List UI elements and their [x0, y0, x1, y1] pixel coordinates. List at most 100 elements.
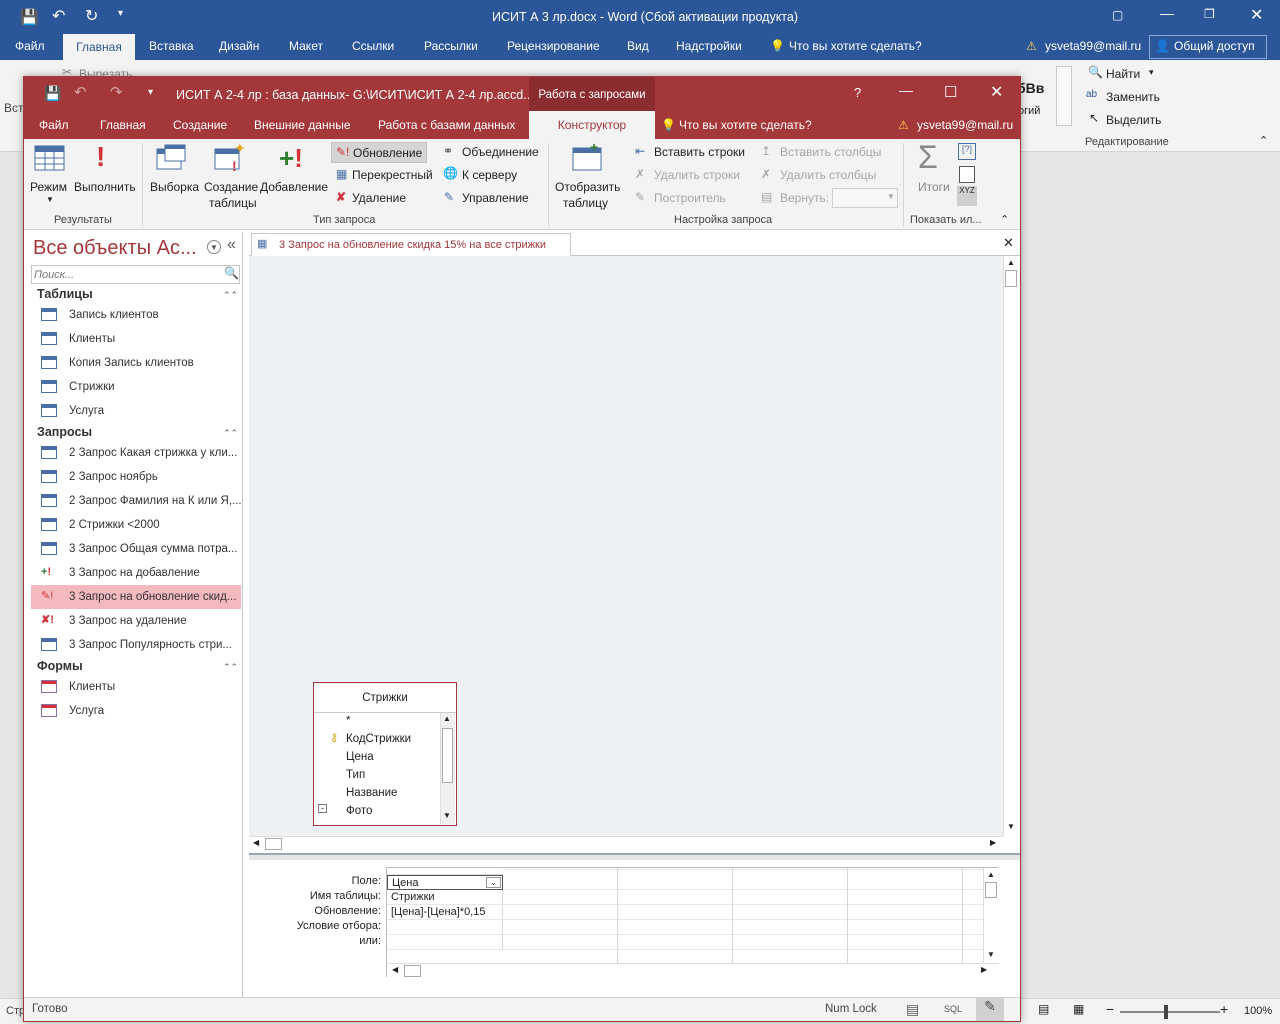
property-sheet-icon[interactable]	[959, 166, 975, 183]
field-item[interactable]: Тип	[346, 769, 365, 781]
tab-home[interactable]: Главная	[100, 118, 146, 132]
save-icon[interactable]: 💾	[44, 85, 61, 102]
datasheet-view-icon[interactable]: ▤	[906, 1001, 919, 1018]
grid-cell-field[interactable]: Цена ⌄	[387, 875, 503, 890]
tab-file[interactable]: Файл	[39, 118, 69, 132]
delete-rows-button[interactable]: ✗ Удалить строки	[633, 165, 749, 186]
nav-item-query[interactable]: 2 Запрос Фамилия на К или Я,...	[31, 489, 241, 513]
grid-column-empty[interactable]	[618, 868, 733, 963]
style-preview[interactable]: бВв	[1017, 80, 1044, 96]
zoom-level[interactable]: 100%	[1244, 1005, 1272, 1017]
tab-file[interactable]: Файл	[15, 39, 45, 53]
nav-menu-icon[interactable]: ▼	[207, 240, 221, 254]
tab-view[interactable]: Вид	[627, 39, 649, 53]
nav-item-query[interactable]: ✘! 3 Запрос на удаление	[31, 609, 241, 633]
mode-button[interactable]: Режим ▼	[28, 141, 70, 209]
tab-database-tools[interactable]: Работа с базами данных	[378, 118, 515, 132]
read-mode-icon[interactable]: ▤	[1038, 1002, 1049, 1016]
scroll-up-icon[interactable]: ▲	[987, 870, 995, 879]
tab-design[interactable]: Конструктор	[529, 111, 655, 139]
select-button[interactable]: Выделить	[1106, 113, 1161, 127]
tab-references[interactable]: Ссылки	[352, 39, 394, 53]
nav-section-forms[interactable]: Формы	[37, 659, 83, 673]
print-layout-icon[interactable]: ▦	[1073, 1002, 1084, 1016]
nav-item-query[interactable]: 3 Запрос Общая сумма потра...	[31, 537, 241, 561]
tab-mailings[interactable]: Рассылки	[424, 39, 478, 53]
insert-rows-button[interactable]: ⇤ Вставить строки	[633, 142, 749, 163]
tab-insert[interactable]: Вставка	[149, 39, 194, 53]
nav-item-table[interactable]: Стрижки	[31, 375, 241, 399]
scroll-down-icon[interactable]: ▼	[1007, 822, 1015, 831]
canvas-vertical-scrollbar[interactable]	[1003, 256, 1018, 836]
tab-review[interactable]: Рецензирование	[507, 39, 600, 53]
tab-create[interactable]: Создание	[173, 118, 227, 132]
field-item[interactable]: Цена	[346, 751, 374, 763]
redo-icon[interactable]: ↻	[85, 6, 98, 26]
scroll-right-icon[interactable]: ▶	[990, 838, 996, 847]
nav-section-tables[interactable]: Таблицы	[37, 287, 93, 301]
query-document-tab[interactable]: ▦ 3 Запрос на обновление скидка 15% на в…	[251, 233, 571, 256]
query-design-canvas[interactable]: Стрижки * ⚷ КодСтрижки Цена Тип Название…	[249, 256, 1003, 836]
scroll-thumb[interactable]	[265, 838, 282, 850]
zoom-thumb[interactable]	[1164, 1005, 1168, 1019]
collapse-ribbon-icon[interactable]: ⌃	[1000, 213, 1009, 226]
redo-icon[interactable]: ↷	[110, 83, 123, 101]
save-icon[interactable]: 💾	[20, 8, 39, 26]
tab-addins[interactable]: Надстройки	[676, 39, 742, 53]
nav-item-query[interactable]: +! 3 Запрос на добавление	[31, 561, 241, 585]
grid-cell-or[interactable]	[387, 935, 503, 950]
field-item[interactable]: Название	[346, 787, 397, 799]
totals-button[interactable]: Σ Итоги	[909, 139, 955, 209]
append-button[interactable]: +! Добавление	[259, 141, 329, 209]
collapse-icon[interactable]: ⌃⌃	[223, 290, 238, 301]
grid-column-empty[interactable]	[963, 868, 983, 963]
parameters-icon[interactable]: [?]	[958, 143, 976, 160]
scroll-up-icon[interactable]: ▲	[1007, 258, 1015, 267]
table-names-icon[interactable]: XYZ	[957, 186, 977, 206]
nav-section-queries[interactable]: Запросы	[37, 425, 92, 439]
nav-item-table[interactable]: Копия Запись клиентов	[31, 351, 241, 375]
scroll-left-icon[interactable]: ◀	[253, 838, 259, 847]
dropdown-arrow-icon[interactable]: ⌄	[486, 877, 501, 888]
field-item[interactable]: *	[346, 715, 350, 727]
pane-splitter[interactable]	[249, 853, 1020, 860]
run-button[interactable]: ! Выполнить	[72, 141, 138, 209]
ribbon-display-icon[interactable]: ▢	[1112, 8, 1123, 22]
undo-icon[interactable]: ↶	[52, 6, 65, 26]
scroll-thumb[interactable]	[1005, 270, 1017, 287]
nav-item-query[interactable]: 2 Запрос ноябрь	[31, 465, 241, 489]
close-icon[interactable]: ✕	[990, 82, 1003, 102]
tab-external-data[interactable]: Внешние данные	[254, 118, 351, 132]
nav-item-form[interactable]: Услуга	[31, 699, 241, 723]
table-field-list-title[interactable]: Стрижки	[314, 692, 456, 704]
sql-view-button[interactable]: SQL	[944, 1004, 962, 1014]
search-input[interactable]	[34, 267, 218, 282]
update-button[interactable]: ✎! Обновление	[331, 142, 427, 163]
minimize-icon[interactable]: —	[1160, 5, 1174, 21]
scroll-thumb[interactable]	[442, 728, 453, 783]
tell-me-input[interactable]: Что вы хотите сделать?	[789, 39, 922, 53]
data-definition-button[interactable]: ✎ Управление	[440, 188, 540, 209]
minimize-icon[interactable]: —	[899, 82, 913, 98]
customize-qat-icon[interactable]: ▾	[118, 8, 123, 19]
crosstab-button[interactable]: ▦ Перекрестный	[331, 165, 439, 186]
search-icon[interactable]: 🔍	[224, 266, 239, 280]
undo-icon[interactable]: ↶	[74, 83, 87, 101]
delete-query-button[interactable]: ✘ Удаление	[331, 188, 427, 209]
nav-item-table[interactable]: Запись клиентов	[31, 303, 241, 327]
grid-column-empty[interactable]	[848, 868, 963, 963]
restore-icon[interactable]: ❐	[1204, 7, 1215, 21]
collapse-icon[interactable]: ⌃⌃	[223, 428, 238, 439]
tab-design[interactable]: Дизайн	[219, 39, 259, 53]
nav-item-table[interactable]: Клиенты	[31, 327, 241, 351]
expand-minus-icon[interactable]: -	[318, 804, 327, 813]
zoom-slider[interactable]	[1120, 1011, 1220, 1013]
field-item[interactable]: Фото	[346, 805, 372, 817]
grid-horizontal-scrollbar[interactable]	[387, 963, 999, 978]
show-table-button[interactable]: + Отобразить таблицу	[551, 141, 623, 213]
tell-me-input[interactable]: Что вы хотите сделать?	[679, 118, 812, 132]
maximize-icon[interactable]: ☐	[944, 83, 957, 101]
nav-item-table[interactable]: Услуга	[31, 399, 241, 423]
tab-home[interactable]: Главная	[63, 34, 135, 60]
nav-item-form[interactable]: Клиенты	[31, 675, 241, 699]
